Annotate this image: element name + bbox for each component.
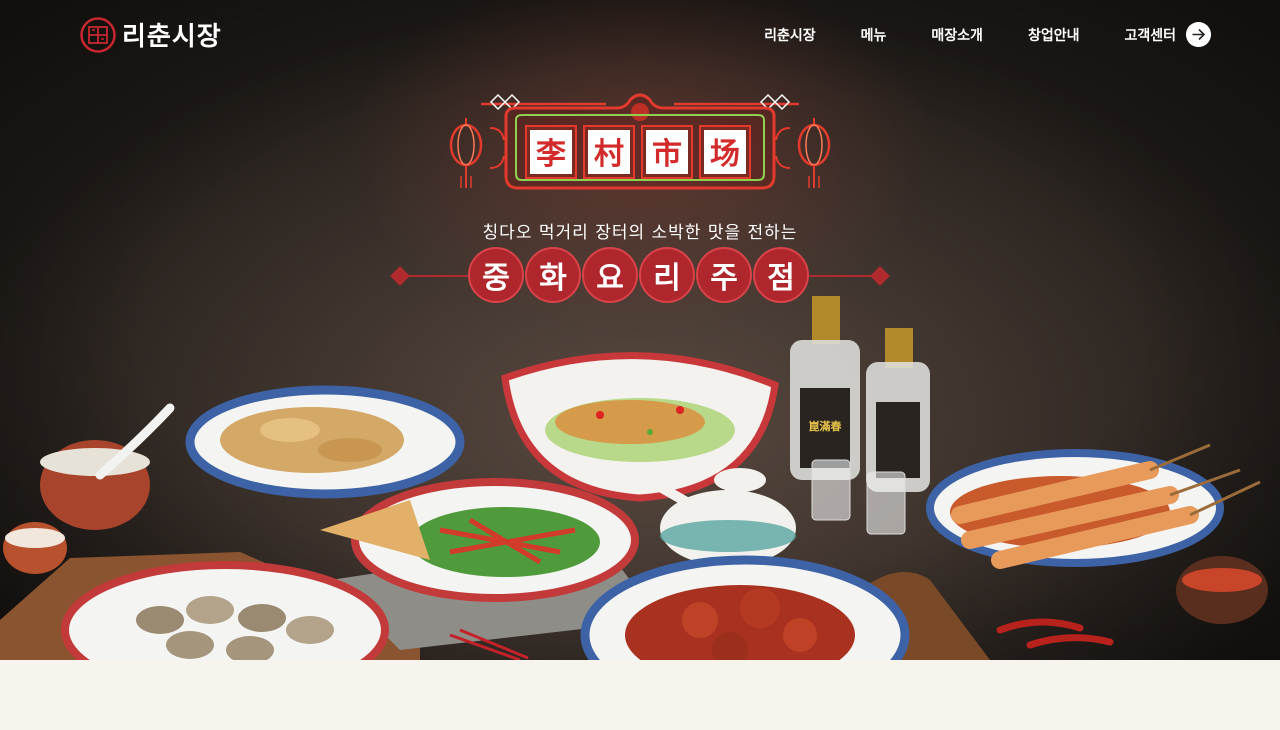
headline-char-2: 화: [525, 247, 581, 303]
main-nav: 리춘시장 메뉴 매장소개 창업안내 고객센터: [764, 22, 1211, 47]
arrow-right-icon: [1186, 22, 1211, 47]
neon-sign: 李 村 市 场: [449, 93, 831, 190]
nav-item-about[interactable]: 리춘시장: [764, 25, 816, 45]
headline-char-6: 점: [753, 247, 809, 303]
sign-char-1: 李: [536, 137, 566, 172]
headline-char-1: 중: [468, 247, 524, 303]
site-header: 리춘시장 리춘시장 메뉴 매장소개 창업안내 고객센터: [0, 0, 1280, 70]
liquor-bottle-left: 崑滿春: [790, 296, 860, 480]
banner-diamond-right: [870, 266, 890, 286]
nav-item-menu[interactable]: 메뉴: [861, 25, 887, 45]
hero-tagline: 칭다오 먹거리 장터의 소박한 맛을 전하는: [482, 223, 798, 243]
sign-char-4: 场: [710, 137, 740, 172]
banner-line-left: [404, 275, 474, 277]
bottle-label-text: 崑滿春: [809, 419, 843, 433]
lantern-left-icon: [449, 118, 483, 188]
hero-headline: 중 화 요 리 주 점: [390, 247, 890, 305]
nav-item-franchise[interactable]: 창업안내: [1028, 25, 1080, 45]
headline-char-3: 요: [582, 247, 638, 303]
food-spread-image: 崑滿春: [0, 296, 1268, 660]
nav-item-customer-center[interactable]: 고객센터: [1124, 22, 1211, 47]
logo-seal-icon: [80, 16, 116, 53]
headline-char-4: 리: [639, 247, 695, 303]
banner-line-right: [806, 275, 876, 277]
logo-text: 리춘시장: [122, 22, 222, 52]
lantern-right-icon: [797, 118, 831, 188]
liquor-bottle-right: [866, 328, 930, 492]
content-area: [0, 660, 1280, 730]
site-logo[interactable]: 리춘시장: [80, 16, 222, 53]
headline-char-5: 주: [696, 247, 752, 303]
nav-item-stores[interactable]: 매장소개: [931, 25, 983, 45]
nav-item-customer-center-label: 고객센터: [1124, 27, 1176, 44]
sign-char-2: 村: [594, 137, 624, 172]
sign-char-3: 市: [652, 137, 682, 172]
hero-section: 리춘시장 리춘시장 메뉴 매장소개 창업안내 고객센터 李 村 市 场 칭다오 …: [0, 0, 1280, 660]
